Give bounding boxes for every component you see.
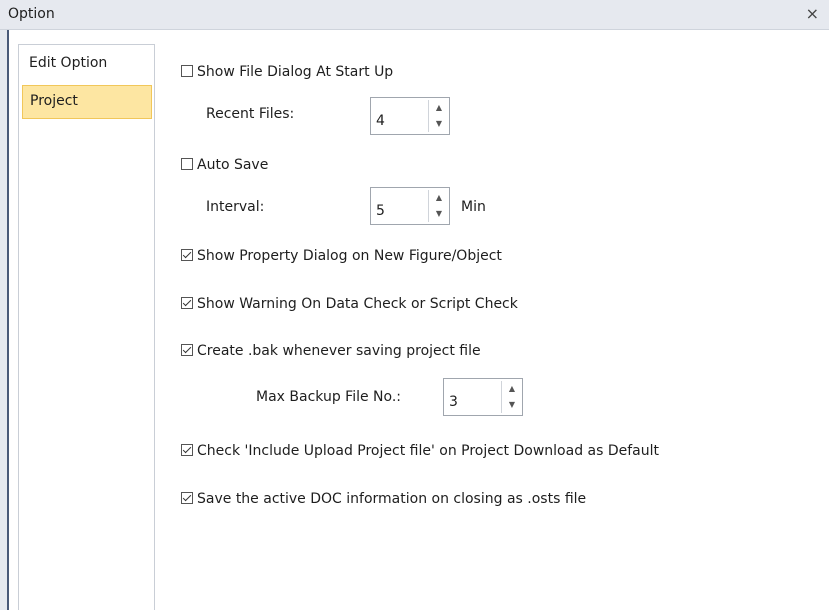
sidebar-item-project[interactable]: Project bbox=[22, 85, 152, 119]
spin-up-icon[interactable]: ▲ bbox=[429, 190, 449, 206]
max-backup-label: Max Backup File No.: bbox=[256, 389, 401, 405]
window-title: Option bbox=[8, 6, 55, 22]
max-backup-input[interactable] bbox=[444, 379, 500, 415]
create-bak-checkbox[interactable] bbox=[181, 344, 193, 356]
spin-buttons: ▲ ▼ bbox=[428, 100, 449, 132]
create-bak-label: Create .bak whenever saving project file bbox=[197, 343, 481, 359]
recent-files-stepper[interactable]: ▲ ▼ bbox=[370, 97, 450, 135]
create-bak-option[interactable]: Create .bak whenever saving project file bbox=[181, 340, 481, 362]
show-warning-checkbox[interactable] bbox=[181, 297, 193, 309]
max-backup-stepper[interactable]: ▲ ▼ bbox=[443, 378, 523, 416]
show-warning-option[interactable]: Show Warning On Data Check or Script Che… bbox=[181, 293, 518, 315]
left-edge bbox=[0, 30, 9, 610]
save-active-doc-checkbox[interactable] bbox=[181, 492, 193, 504]
spin-down-icon[interactable]: ▼ bbox=[429, 206, 449, 222]
show-property-dialog-checkbox[interactable] bbox=[181, 249, 193, 261]
title-bar: Option × bbox=[0, 0, 829, 30]
include-upload-checkbox[interactable] bbox=[181, 444, 193, 456]
spin-buttons: ▲ ▼ bbox=[501, 381, 522, 413]
show-file-dialog-option[interactable]: Show File Dialog At Start Up bbox=[181, 61, 393, 83]
spin-up-icon[interactable]: ▲ bbox=[502, 381, 522, 397]
sidebar-item-label: Edit Option bbox=[29, 55, 108, 71]
save-active-doc-label: Save the active DOC information on closi… bbox=[197, 491, 587, 507]
sidebar-item-edit-option[interactable]: Edit Option bbox=[22, 48, 152, 82]
save-active-doc-option[interactable]: Save the active DOC information on closi… bbox=[181, 488, 586, 510]
close-icon[interactable]: × bbox=[806, 4, 819, 24]
recent-files-input[interactable] bbox=[371, 98, 427, 134]
spin-up-icon[interactable]: ▲ bbox=[429, 100, 449, 116]
interval-label: Interval: bbox=[206, 199, 265, 215]
spin-down-icon[interactable]: ▼ bbox=[429, 116, 449, 132]
show-warning-label: Show Warning On Data Check or Script Che… bbox=[197, 296, 518, 312]
auto-save-checkbox[interactable] bbox=[181, 158, 193, 170]
left-border bbox=[7, 30, 9, 610]
sidebar-item-label: Project bbox=[30, 93, 78, 109]
recent-files-label: Recent Files: bbox=[206, 106, 295, 122]
interval-input[interactable] bbox=[371, 188, 427, 224]
interval-unit: Min bbox=[461, 199, 486, 215]
show-file-dialog-checkbox[interactable] bbox=[181, 65, 193, 77]
show-property-dialog-label: Show Property Dialog on New Figure/Objec… bbox=[197, 248, 502, 264]
show-file-dialog-label: Show File Dialog At Start Up bbox=[197, 64, 394, 80]
spin-down-icon[interactable]: ▼ bbox=[502, 397, 522, 413]
options-panel: Show File Dialog At Start Up Recent File… bbox=[156, 44, 829, 610]
sidebar: Edit Option Project bbox=[18, 44, 155, 610]
spin-buttons: ▲ ▼ bbox=[428, 190, 449, 222]
show-property-dialog-option[interactable]: Show Property Dialog on New Figure/Objec… bbox=[181, 245, 502, 267]
include-upload-label: Check 'Include Upload Project file' on P… bbox=[197, 443, 660, 459]
auto-save-label: Auto Save bbox=[197, 157, 269, 173]
interval-stepper[interactable]: ▲ ▼ bbox=[370, 187, 450, 225]
auto-save-option[interactable]: Auto Save bbox=[181, 154, 268, 176]
include-upload-option[interactable]: Check 'Include Upload Project file' on P… bbox=[181, 440, 659, 462]
